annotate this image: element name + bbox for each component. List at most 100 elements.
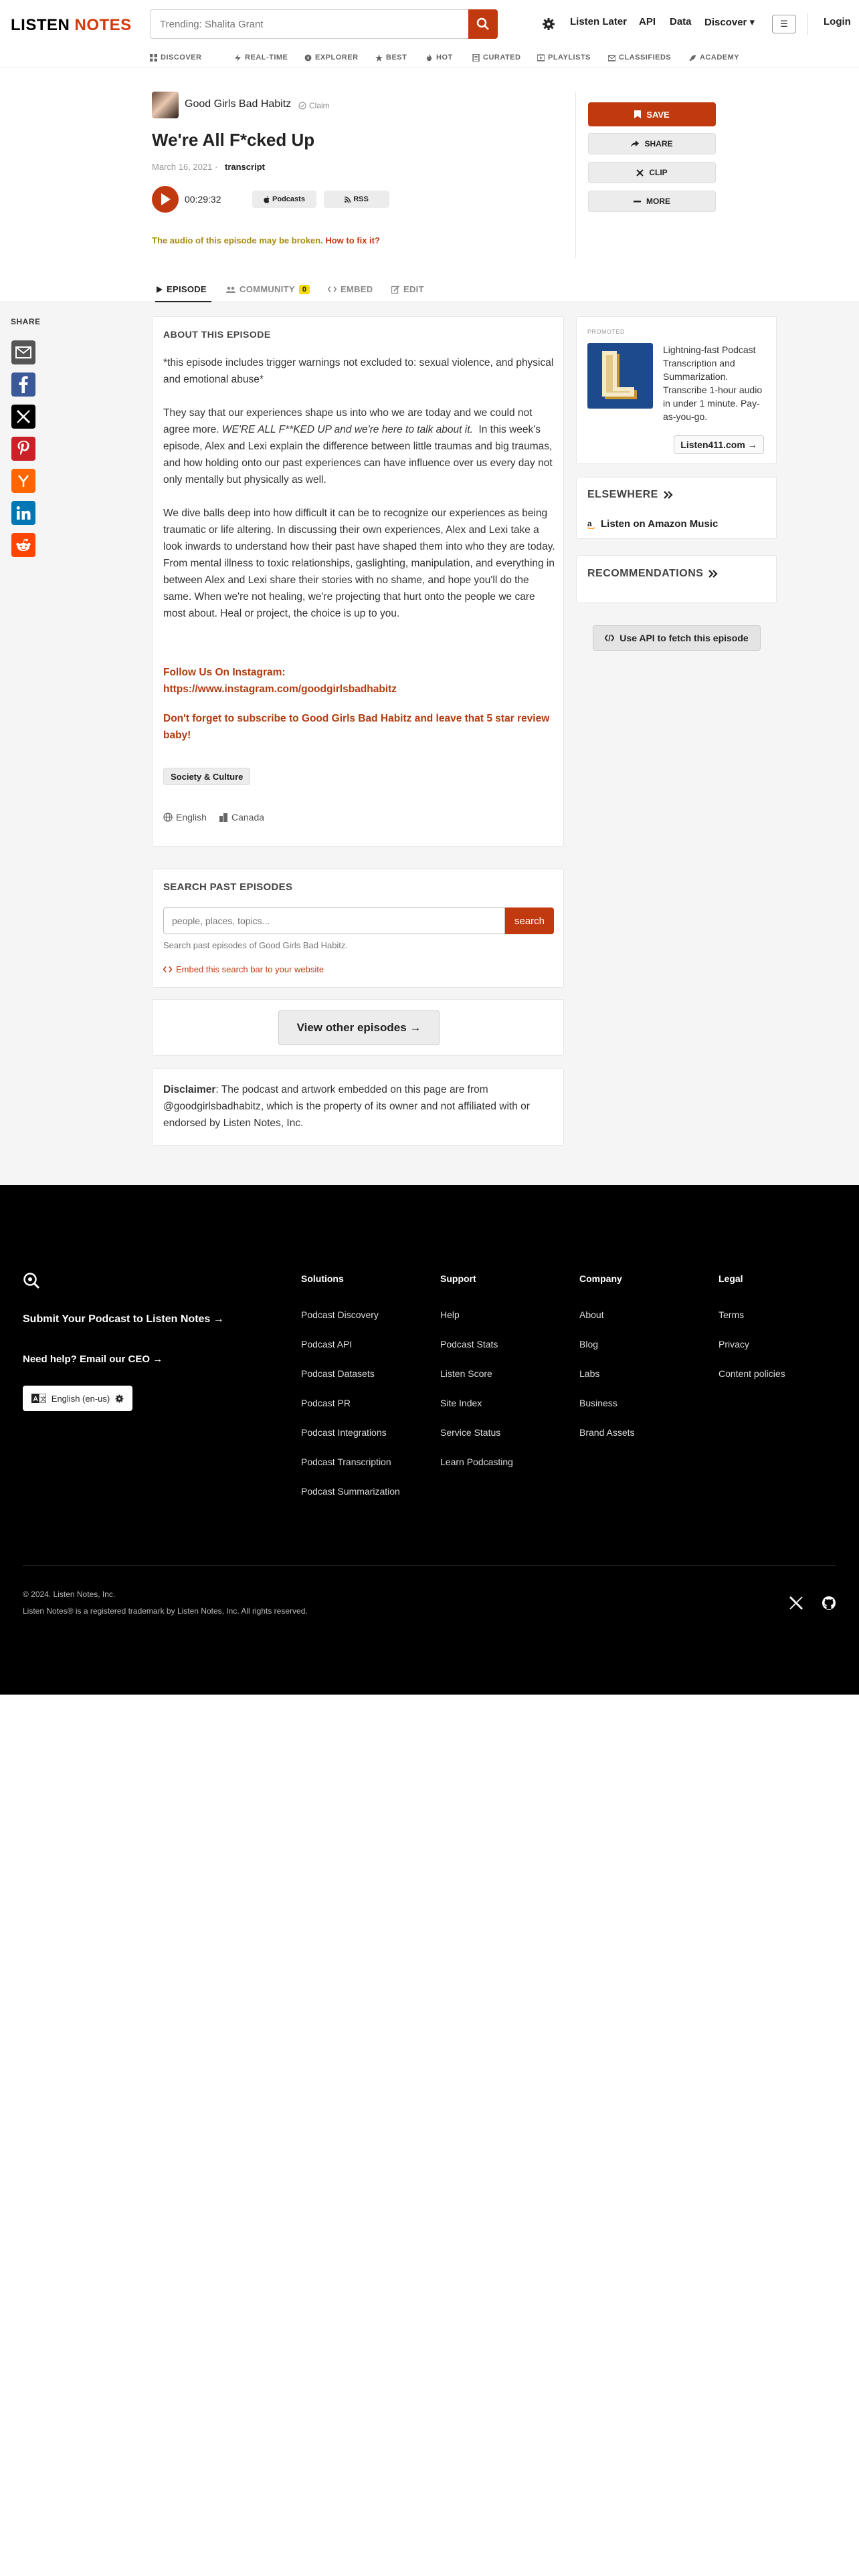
footer-link[interactable]: Brand Assets [579, 1427, 635, 1438]
nav-listen-later[interactable]: Listen Later [570, 16, 627, 27]
github-icon[interactable] [822, 1596, 836, 1610]
nav-discover-dropdown[interactable]: Discover ▾ [704, 16, 755, 28]
subnav-curated[interactable]: CURATED [472, 53, 520, 62]
more-button[interactable]: MORE [588, 191, 716, 212]
settings-gear-icon[interactable] [542, 17, 555, 31]
share-button[interactable]: SHARE [588, 133, 716, 154]
embed-search-bar-link[interactable]: Embed this search bar to your website [163, 964, 324, 974]
footer-link[interactable]: Site Index [440, 1398, 482, 1408]
bookmark-icon [634, 110, 642, 118]
play-button[interactable] [152, 186, 179, 213]
elsewhere-label: ELSEWHERE [587, 489, 658, 500]
footer-link[interactable]: Podcast Summarization [301, 1486, 400, 1497]
email-share-icon[interactable] [11, 340, 35, 364]
podcasts-app-button[interactable]: Podcasts [252, 191, 316, 208]
footer-link[interactable]: Podcast Integrations [301, 1427, 387, 1438]
x-share-icon[interactable] [11, 405, 35, 429]
subnav-real-time[interactable]: REAL-TIME [234, 53, 288, 62]
subnav-discover[interactable]: DISCOVER [150, 53, 201, 62]
apple-icon [264, 195, 270, 203]
view-other-episodes-button[interactable]: View other episodes → [278, 1010, 440, 1045]
recommendations-heading[interactable]: RECOMMENDATIONS [587, 568, 718, 580]
claim-link[interactable]: Claim [298, 101, 330, 110]
subnav-label: BEST [386, 53, 407, 62]
past-episodes-search-button[interactable]: search [505, 907, 554, 934]
footer-link[interactable]: Terms [719, 1309, 744, 1320]
copyright-text: © 2024. Listen Notes, Inc. [23, 1590, 116, 1599]
facebook-share-icon[interactable] [11, 372, 35, 397]
disclaimer-body: : The podcast and artwork embedded on th… [163, 1084, 530, 1129]
transcript-link[interactable]: transcript [225, 162, 265, 172]
rss-button[interactable]: RSS [324, 191, 389, 208]
listen411-logo[interactable] [587, 343, 653, 409]
tab-edit[interactable]: EDIT [391, 284, 424, 294]
svg-text:文: 文 [40, 1395, 46, 1402]
trademark-text: Listen Notes® is a registered trademark … [23, 1606, 308, 1616]
podcast-name-link[interactable]: Good Girls Bad Habitz [185, 98, 291, 110]
tab-embed[interactable]: EMBED [328, 284, 373, 294]
amazon-label: Listen on Amazon Music [601, 518, 719, 530]
listen-notes-footer-logo-icon[interactable] [23, 1272, 40, 1289]
past-episodes-search-input[interactable] [163, 907, 505, 934]
footer-link[interactable]: Learn Podcasting [440, 1457, 513, 1467]
submit-podcast-link[interactable]: Submit Your Podcast to Listen Notes → [23, 1313, 224, 1325]
genre-tag[interactable]: Society & Culture [163, 768, 251, 785]
nav-api[interactable]: API [639, 16, 656, 27]
footer-link[interactable]: Business [579, 1398, 617, 1408]
language-selector[interactable]: A文 English (en-us) [23, 1386, 132, 1411]
footer-link[interactable]: Podcast PR [301, 1398, 351, 1408]
search-help-text: Search past episodes of Good Girls Bad H… [163, 940, 349, 950]
use-api-button[interactable]: Use API to fetch this episode [593, 625, 761, 651]
clip-button[interactable]: CLIP [588, 162, 716, 183]
footer-link[interactable]: Listen Score [440, 1368, 492, 1379]
subnav-best[interactable]: BEST [375, 53, 407, 62]
footer-link[interactable]: Podcast API [301, 1339, 352, 1350]
nav-login[interactable]: Login [824, 16, 851, 27]
footer-link[interactable]: Podcast Discovery [301, 1309, 379, 1320]
nav-divider [807, 13, 808, 35]
tab-episode[interactable]: EPISODE [157, 284, 207, 294]
instagram-link[interactable]: https://www.instagram.com/goodgirlsbadha… [163, 683, 397, 695]
hacker-news-share-icon[interactable] [11, 469, 35, 493]
hamburger-menu-button[interactable]: ☰ [772, 15, 796, 33]
podcast-cover-image[interactable] [152, 92, 179, 118]
linkedin-share-icon[interactable] [11, 501, 35, 525]
email-ceo-link[interactable]: Need help? Email our CEO → [23, 1354, 163, 1365]
search-input[interactable] [150, 9, 468, 39]
subnav-academy[interactable]: ACADEMY [689, 53, 739, 62]
hamburger-icon: ☰ [780, 19, 788, 29]
footer-link[interactable]: Help [440, 1309, 460, 1320]
listen411-link-button[interactable]: Listen411.com → [674, 435, 764, 454]
search-button[interactable] [468, 9, 498, 39]
footer-link[interactable]: Privacy [719, 1339, 749, 1350]
footer-link[interactable]: About [579, 1309, 604, 1320]
subnav-explorer[interactable]: EXPLORER [304, 53, 359, 62]
nav-data[interactable]: Data [670, 16, 692, 27]
subnav-classifieds[interactable]: CLASSIFIEDS [608, 53, 671, 62]
pinterest-share-icon[interactable] [11, 437, 35, 461]
tab-community[interactable]: COMMUNITY 0 [226, 284, 310, 294]
listen-notes-logo[interactable]: LISTEN NOTES [11, 16, 132, 35]
reddit-share-icon[interactable] [11, 533, 35, 557]
amazon-music-link[interactable]: a Listen on Amazon Music [587, 518, 718, 530]
footer-link[interactable]: Podcast Transcription [301, 1457, 391, 1467]
language-info: English [163, 812, 207, 823]
footer-link[interactable]: Blog [579, 1339, 598, 1350]
share-label: SHARE [644, 139, 673, 148]
footer-link[interactable]: Podcast Datasets [301, 1368, 375, 1379]
subnav-playlists[interactable]: PLAYLISTS [537, 53, 591, 62]
x-icon[interactable] [789, 1596, 803, 1610]
star-icon [375, 53, 383, 62]
footer-link[interactable]: Service Status [440, 1427, 500, 1438]
how-to-fix-link[interactable]: How to fix it? [325, 235, 380, 245]
subnav-hot[interactable]: HOT [425, 53, 453, 62]
footer-column-company-title: Company [579, 1273, 622, 1284]
save-button[interactable]: SAVE [588, 102, 716, 126]
subnav-label: CLASSIFIEDS [619, 53, 672, 62]
footer-link[interactable]: Content policies [719, 1368, 785, 1379]
footer-link[interactable]: Podcast Stats [440, 1339, 498, 1350]
subscribe-text: Don't forget to subscribe to Good Girls … [163, 713, 550, 741]
footer-link[interactable]: Labs [579, 1368, 599, 1379]
elsewhere-card [576, 477, 777, 539]
search-icon [476, 17, 489, 30]
